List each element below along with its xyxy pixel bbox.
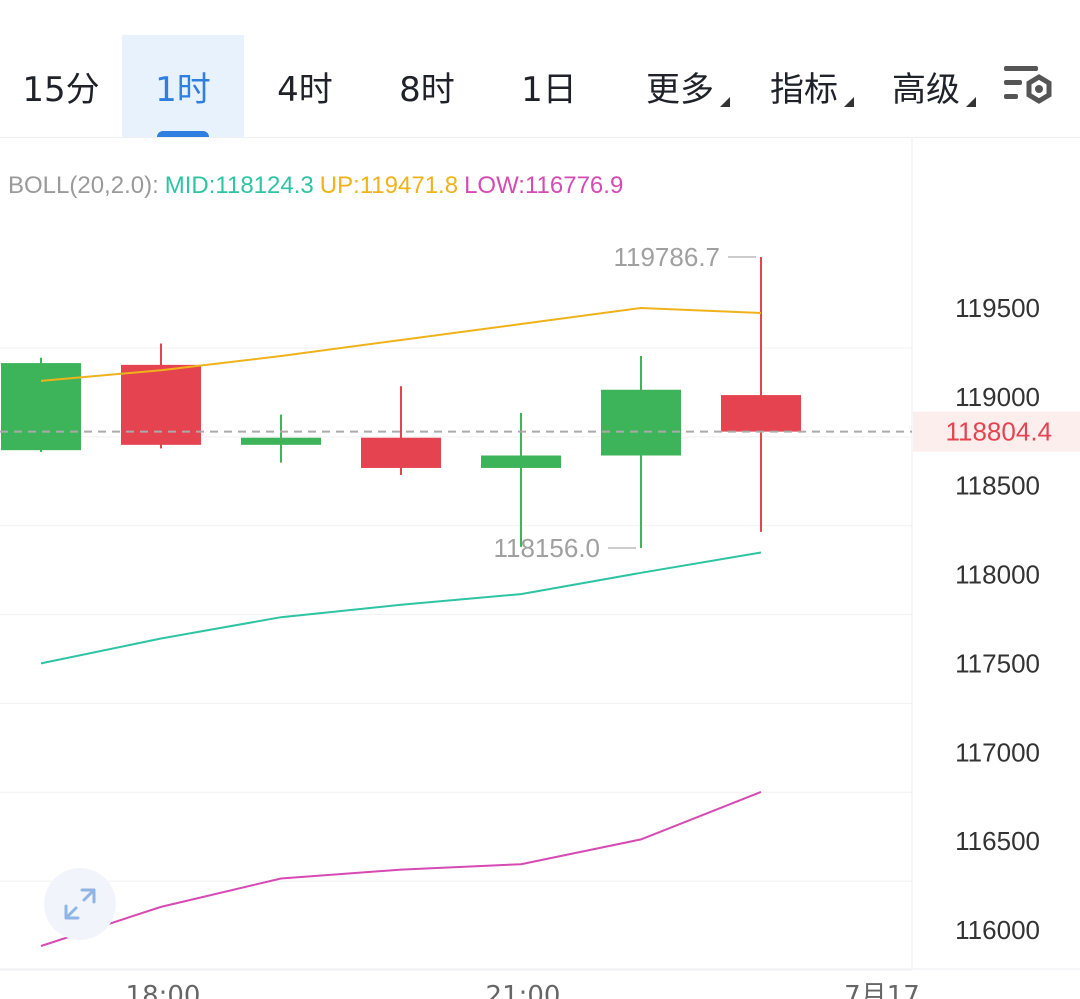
candle-body (721, 395, 801, 432)
expand-icon (64, 888, 96, 920)
tab-label: 更多 (646, 69, 714, 110)
tab-label: 8时 (399, 69, 455, 110)
low-price-label: 118156.0 (493, 533, 600, 563)
candle-body (361, 437, 441, 468)
tab-label: 高级 (892, 69, 960, 110)
candle-body (601, 389, 681, 456)
boll-low-line (40, 790, 762, 947)
tab-1d[interactable]: 1日 (488, 35, 610, 137)
candle-body (121, 364, 201, 445)
y-tick-label: 116500 (955, 826, 1040, 856)
dropdown-triangle-icon (844, 97, 854, 107)
tab-label: 指标 (770, 69, 838, 110)
candlestick-chart[interactable]: 116000 116500 117000 117500 118000 118500 1190… (0, 138, 1080, 999)
y-tick-label: 119500 (955, 293, 1040, 323)
x-tick-label: 7月17 (844, 981, 920, 999)
current-price-label: 118804.4 (945, 417, 1052, 447)
x-tick-label: 18:00 (126, 981, 201, 999)
chart-settings-icon[interactable] (1000, 62, 1058, 112)
tab-4h[interactable]: 4时 (244, 35, 366, 137)
tab-advanced[interactable]: 高级 (878, 35, 976, 137)
y-tick-label: 119000 (955, 382, 1040, 412)
y-tick-label: 118500 (955, 471, 1040, 501)
tab-label: 1时 (155, 69, 211, 110)
tab-more[interactable]: 更多 (632, 35, 730, 137)
tab-8h[interactable]: 8时 (366, 35, 488, 137)
tab-1h[interactable]: 1时 (122, 35, 244, 137)
active-tab-indicator (157, 131, 209, 137)
y-tick-label: 117500 (955, 648, 1040, 678)
dropdown-triangle-icon (966, 97, 976, 107)
tab-indicators[interactable]: 指标 (756, 35, 854, 137)
y-tick-label: 117000 (955, 737, 1040, 767)
tab-15m[interactable]: 15分 (0, 35, 122, 137)
x-tick-label: 21:00 (486, 981, 561, 999)
tab-label: 15分 (22, 69, 100, 110)
dropdown-triangle-icon (720, 97, 730, 107)
boll-mid-line (40, 551, 762, 665)
y-tick-label: 116000 (955, 915, 1040, 945)
timeframe-tab-bar: 15分 1时 4时 8时 1日 更多 指标 高级 (0, 0, 1080, 138)
candle-body (1, 363, 81, 451)
tab-label: 4时 (277, 69, 333, 110)
y-tick-label: 118000 (955, 560, 1040, 590)
tab-label: 1日 (521, 69, 577, 110)
candle-body (481, 455, 561, 468)
high-price-label: 119786.7 (613, 242, 720, 272)
expand-button[interactable] (44, 868, 116, 940)
candle-body (241, 437, 321, 445)
